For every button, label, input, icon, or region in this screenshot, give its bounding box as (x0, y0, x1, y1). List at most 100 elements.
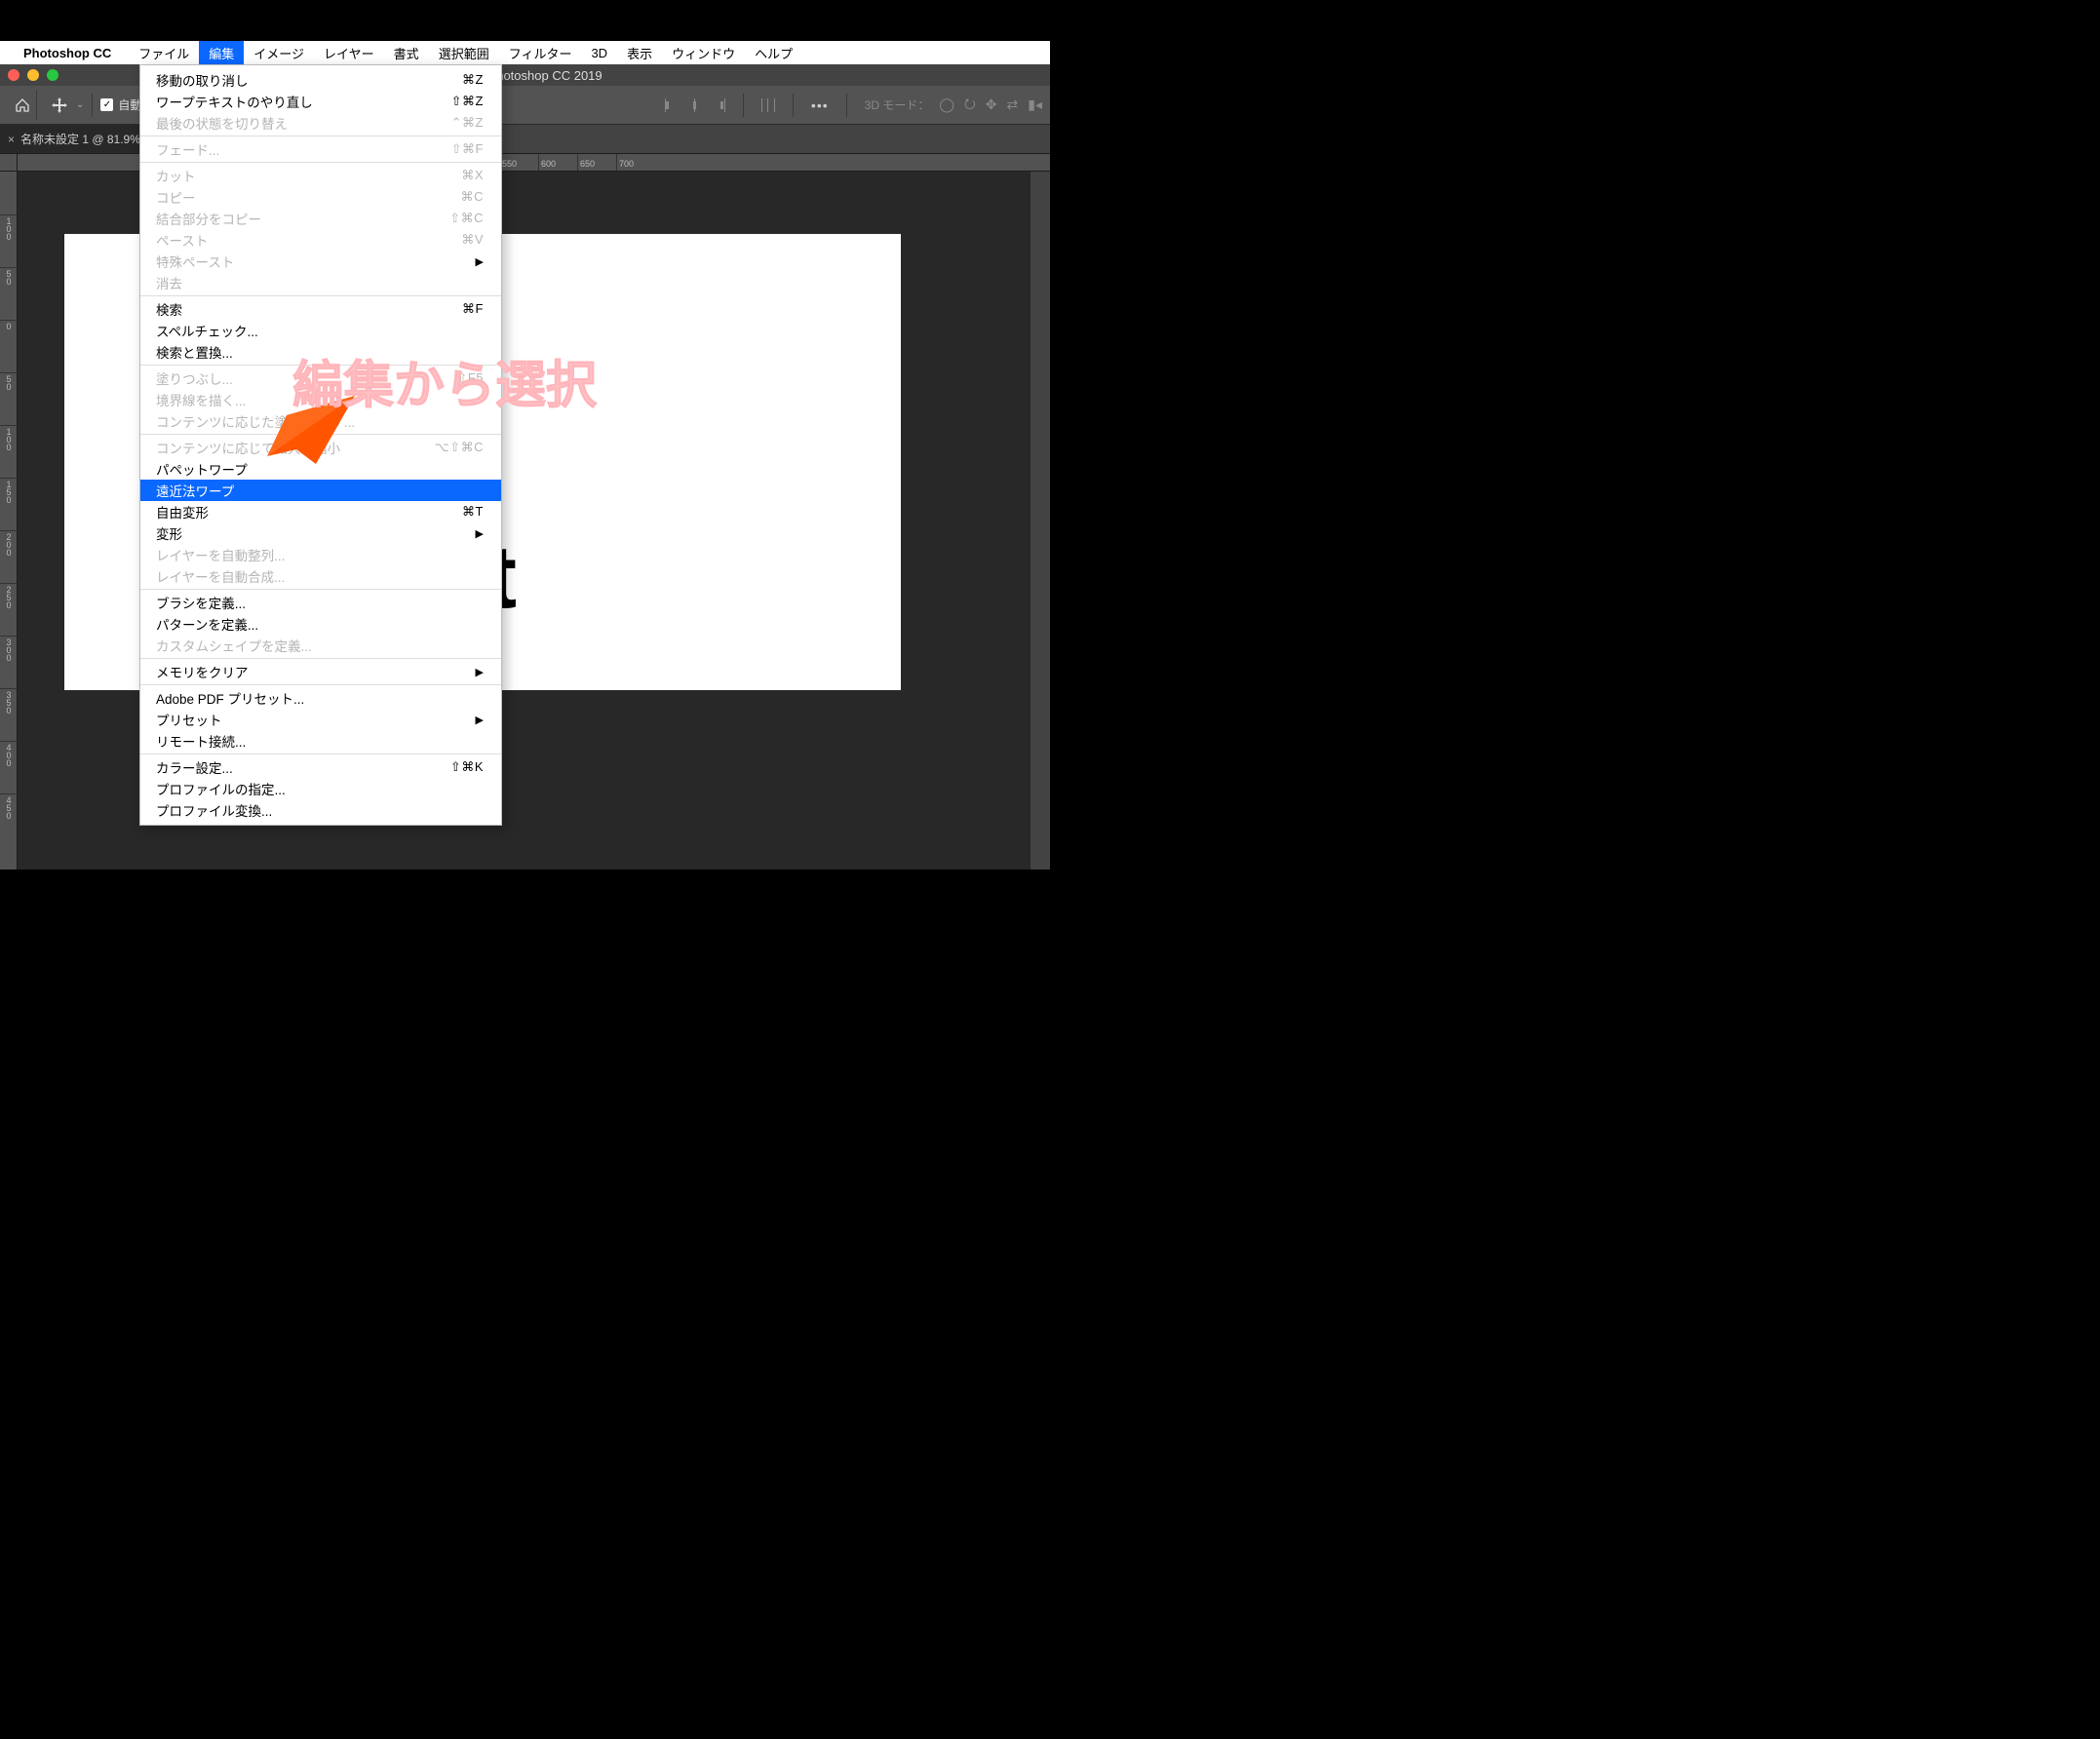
menu-item[interactable]: カラー設定... ⇧⌘K (140, 756, 501, 778)
menu-item-label: コピー (156, 187, 449, 207)
menu-item-label: ペースト (156, 230, 449, 250)
menu-filter[interactable]: フィルター (499, 41, 582, 64)
menu-item-label: カラー設定... (156, 757, 439, 777)
window-controls (8, 69, 58, 81)
menu-item-label: 遠近法ワープ (156, 481, 484, 500)
menu-item-shortcut: ⌃⌘Z (451, 115, 484, 131)
menu-item[interactable]: 移動の取り消し⌘Z (140, 69, 501, 91)
menu-item-label: リモート接続... (156, 731, 484, 751)
menu-item[interactable]: リモート接続... (140, 730, 501, 752)
menu-file[interactable]: ファイル (129, 41, 199, 64)
menu-item-label: プロファイル変換... (156, 800, 484, 820)
menu-view[interactable]: 表示 (617, 41, 662, 64)
menu-item-label: 最後の状態を切り替え (156, 113, 440, 133)
menu-item-label: レイヤーを自動合成... (156, 566, 484, 586)
menu-window[interactable]: ウィンドウ (662, 41, 745, 64)
menu-item-label: カット (156, 166, 449, 185)
menu-item[interactable]: ブラシを定義... (140, 592, 501, 613)
menu-item-label: プリセット (156, 710, 476, 729)
3d-orbit-icon[interactable]: ◯ (939, 97, 954, 113)
menu-item: 最後の状態を切り替え ⌃⌘Z (140, 112, 501, 134)
menu-item-shortcut: ⌘X (461, 168, 484, 183)
align-icon-3[interactable] (712, 98, 725, 112)
menu-item[interactable]: メモリをクリア▶ (140, 661, 501, 682)
menu-item-label: パターンを定義... (156, 614, 484, 634)
menu-item[interactable]: 遠近法ワープ (140, 480, 501, 501)
maximize-icon[interactable] (47, 69, 58, 81)
chevron-down-icon[interactable]: ⌄ (76, 99, 84, 110)
menu-item-shortcut: ⇧⌘C (449, 211, 484, 226)
3d-rotate-icon[interactable]: ⭮ (964, 94, 976, 117)
menu-item-label: 移動の取り消し (156, 70, 450, 90)
menu-item: 特殊ペースト▶ (140, 251, 501, 272)
app-name[interactable]: Photoshop CC (23, 46, 111, 60)
menu-item: 消去 (140, 272, 501, 293)
move-tool-icon[interactable] (45, 91, 74, 120)
menu-item: フェード...⇧⌘F (140, 138, 501, 160)
menu-item: 結合部分をコピー ⇧⌘C (140, 208, 501, 229)
menu-item-shortcut: ⇧⌘K (450, 759, 484, 775)
menu-item-label: 検索 (156, 299, 450, 319)
more-icon[interactable]: ••• (811, 97, 829, 113)
mac-menubar: Photoshop CC ファイル 編集 イメージ レイヤー 書式 選択範囲 フ… (0, 41, 1050, 64)
home-button[interactable] (8, 91, 37, 120)
menu-layer[interactable]: レイヤー (314, 41, 384, 64)
menu-select[interactable]: 選択範囲 (429, 41, 499, 64)
menu-item-label: カスタムシェイプを定義... (156, 636, 484, 655)
align-icon-2[interactable] (688, 98, 702, 112)
menu-item-label: メモリをクリア (156, 662, 476, 681)
menu-item[interactable]: Adobe PDF プリセット... (140, 687, 501, 709)
close-icon[interactable] (8, 69, 19, 81)
menu-3d[interactable]: 3D (581, 41, 617, 64)
separator (846, 94, 847, 117)
menu-item[interactable]: スペルチェック... (140, 320, 501, 341)
menu-item-label: ブラシを定義... (156, 593, 484, 612)
submenu-arrow-icon: ▶ (476, 714, 484, 726)
menu-image[interactable]: イメージ (244, 41, 314, 64)
3d-pan-icon[interactable]: ✥ (986, 97, 997, 113)
menu-item[interactable]: 自由変形 ⌘T (140, 501, 501, 522)
close-icon[interactable]: × (8, 133, 15, 146)
menu-item[interactable]: 検索 ⌘F (140, 298, 501, 320)
separator (92, 94, 93, 117)
menu-item[interactable]: プロファイル変換... (140, 799, 501, 821)
3d-slide-icon[interactable]: ⇄ (1007, 97, 1019, 113)
annotation-text: 編集から選択 (292, 344, 597, 417)
menu-item-label: 結合部分をコピー (156, 209, 438, 228)
menu-item[interactable]: プリセット▶ (140, 709, 501, 730)
ruler-vertical[interactable]: 10050050100150200250300350400450 (0, 172, 18, 870)
auto-select-checkbox[interactable]: ✓ (100, 98, 113, 111)
menu-item-shortcut: ⌘C (461, 189, 484, 205)
menu-item[interactable]: 変形▶ (140, 522, 501, 544)
separator (793, 94, 794, 117)
menu-item[interactable]: パターンを定義... (140, 613, 501, 635)
menu-item: カスタムシェイプを定義... (140, 635, 501, 656)
menu-item: カット ⌘X (140, 165, 501, 186)
submenu-arrow-icon: ▶ (476, 527, 484, 540)
menu-item-label: 特殊ペースト (156, 251, 476, 271)
menu-item-shortcut: ⌘V (461, 232, 484, 248)
panel-strip (1031, 172, 1050, 870)
menu-item[interactable]: プロファイルの指定... (140, 778, 501, 799)
minimize-icon[interactable] (27, 69, 39, 81)
submenu-arrow-icon: ▶ (476, 666, 484, 678)
menu-item: コピー ⌘C (140, 186, 501, 208)
menu-item-label: ワープテキストのやり直し (156, 92, 440, 111)
menu-item-label: プロファイルの指定... (156, 779, 484, 798)
menu-edit[interactable]: 編集 (199, 41, 244, 64)
3d-camera-icon[interactable]: ▮◂ (1028, 97, 1042, 113)
menu-item-label: 自由変形 (156, 502, 450, 522)
menu-item-label: 変形 (156, 523, 476, 543)
menu-item-label: Adobe PDF プリセット... (156, 688, 484, 708)
menu-item-shortcut: ⌘F (462, 301, 484, 317)
menu-help[interactable]: ヘルプ (745, 41, 802, 64)
distribute-icon[interactable] (761, 98, 775, 112)
menu-item-shortcut: ⇧⌘Z (451, 94, 484, 109)
menu-item-shortcut: ⌘T (462, 504, 484, 520)
separator (743, 94, 744, 117)
menu-type[interactable]: 書式 (384, 41, 429, 64)
align-icon-1[interactable] (665, 98, 679, 112)
menu-item-shortcut: ⇧⌘F (451, 141, 484, 157)
menu-item[interactable]: ワープテキストのやり直し ⇧⌘Z (140, 91, 501, 112)
menu-item-label: スペルチェック... (156, 321, 484, 340)
